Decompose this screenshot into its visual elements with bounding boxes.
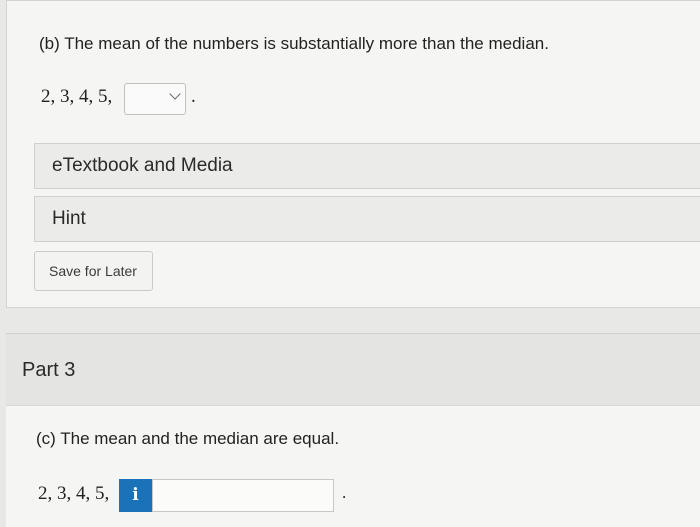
part-c-question: (c) The mean and the median are equal. xyxy=(36,429,340,448)
hint-panel[interactable]: Hint xyxy=(34,196,700,242)
answer-dropdown[interactable] xyxy=(124,83,186,115)
etextbook-media-panel[interactable]: eTextbook and Media xyxy=(34,143,700,189)
hint-label: Hint xyxy=(52,208,86,229)
chevron-down-icon xyxy=(169,88,181,100)
part-b-sequence: 2, 3, 4, 5, xyxy=(41,86,113,107)
part-3-title: Part 3 xyxy=(22,359,76,381)
part-c-sequence: 2, 3, 4, 5, xyxy=(38,483,110,504)
part-c-period: . xyxy=(342,483,347,502)
etextbook-media-label: eTextbook and Media xyxy=(52,155,233,176)
part-3-header: Part 3 xyxy=(6,333,700,406)
save-for-later-button[interactable]: Save for Later xyxy=(34,251,153,291)
part-b-question: (b) The mean of the numbers is substanti… xyxy=(39,34,549,53)
part-3-body: (c) The mean and the median are equal. 2… xyxy=(6,405,700,527)
part-b-period: . xyxy=(191,86,196,107)
answer-input[interactable] xyxy=(152,479,334,512)
save-for-later-label: Save for Later xyxy=(49,263,137,279)
info-icon[interactable]: i xyxy=(119,479,152,512)
